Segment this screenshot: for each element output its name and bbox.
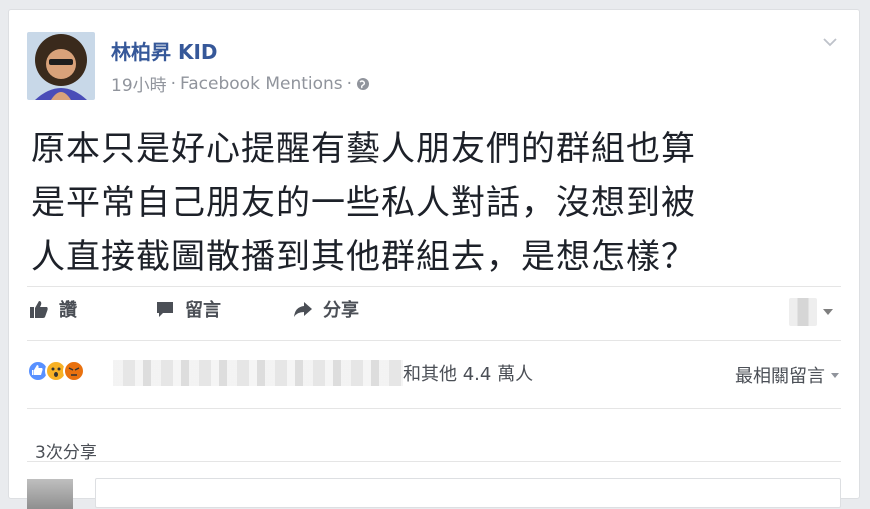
post-time[interactable]: 19小時 (111, 71, 167, 96)
commenter-avatar (27, 479, 73, 509)
divider (27, 408, 841, 409)
share-arrow-icon (294, 302, 312, 317)
thumbs-up-icon (30, 301, 48, 318)
post-card: 林柏昇 KID 19小時 · Facebook Mentions · 原本只是好… (8, 9, 860, 509)
post-text-line: 是平常自己朋友的一些私人對話，沒想到被 (31, 183, 696, 223)
globe-icon[interactable] (356, 77, 370, 91)
comment-sort-dropdown[interactable]: 最相關留言 (735, 362, 839, 388)
page-avatar (789, 298, 817, 326)
divider (27, 461, 841, 462)
chevron-down-icon[interactable] (821, 36, 839, 48)
action-bar: 讚 留言 分享 (27, 296, 843, 330)
divider (27, 286, 841, 287)
caret-down-icon (831, 372, 839, 378)
comment-input[interactable] (95, 478, 841, 508)
share-label: 分享 (323, 300, 359, 321)
like-button[interactable]: 讚 (29, 296, 77, 322)
reactions-row: 和其他 4.4 萬人 最相關留言 (27, 356, 843, 390)
angry-reaction-icon (63, 360, 85, 382)
share-button[interactable]: 分享 (293, 296, 359, 322)
comment-button[interactable]: 留言 (155, 296, 221, 322)
comment-composer (27, 475, 843, 509)
meta-separator-2: · (346, 73, 353, 94)
page-selector[interactable] (789, 298, 833, 326)
like-label: 讚 (59, 300, 77, 321)
speech-bubble-icon (157, 302, 173, 317)
reaction-icons[interactable] (27, 360, 107, 384)
post-source[interactable]: Facebook Mentions (180, 74, 343, 94)
post-header: 林柏昇 KID 19小時 · Facebook Mentions · (27, 32, 843, 112)
share-count[interactable]: 3次分享 (35, 438, 97, 463)
comment-sort-label: 最相關留言 (735, 366, 825, 387)
comment-label: 留言 (185, 300, 221, 321)
caret-down-icon (823, 309, 833, 315)
meta-separator: · (170, 73, 177, 94)
post-text-line: 原本只是好心提醒有藝人朋友們的群組也算 (31, 129, 696, 169)
post-body: 原本只是好心提醒有藝人朋友們的群組也算 是平常自己朋友的一些私人對話，沒想到被 … (31, 122, 851, 284)
author-name[interactable]: 林柏昇 KID (111, 36, 218, 65)
blurred-names (113, 360, 403, 386)
post-text-line: 人直接截圖散播到其他群組去，是想怎樣？ (31, 237, 696, 277)
reaction-count[interactable]: 和其他 4.4 萬人 (403, 360, 533, 386)
post-meta: 19小時 · Facebook Mentions · (111, 71, 370, 96)
divider (27, 340, 841, 341)
author-avatar[interactable] (27, 32, 95, 100)
